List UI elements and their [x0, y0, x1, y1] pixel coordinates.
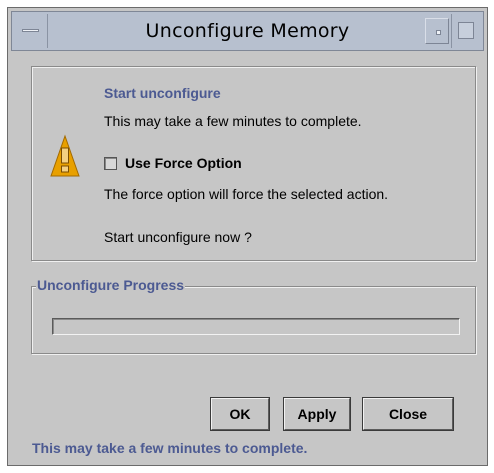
dialog-window: Unconfigure Memory Start unconfigure Thi… [7, 7, 488, 466]
force-option-label[interactable]: Use Force Option [125, 155, 242, 171]
progress-label: Unconfigure Progress [36, 277, 186, 293]
minimize-icon [436, 30, 441, 35]
force-description: The force option will force the selected… [104, 186, 389, 202]
message-line: This may take a few minutes to complete. [104, 113, 362, 129]
maximize-button[interactable] [451, 14, 481, 48]
title-bar[interactable]: Unconfigure Memory [11, 11, 484, 51]
progress-group: Unconfigure Progress [31, 277, 476, 354]
progress-bar [52, 318, 460, 335]
window-title: Unconfigure Memory [145, 20, 350, 42]
confirm-question: Start unconfigure now ? [104, 229, 252, 245]
force-option-checkbox[interactable] [104, 156, 117, 170]
maximize-icon [458, 22, 474, 39]
message-panel: Start unconfigure This may take a few mi… [31, 66, 476, 261]
warning-icon [50, 134, 80, 177]
apply-button[interactable]: Apply [284, 398, 350, 430]
close-button[interactable]: Close [363, 398, 453, 430]
ok-button[interactable]: OK [211, 398, 269, 430]
message-heading: Start unconfigure [104, 85, 221, 101]
status-message: This may take a few minutes to complete. [32, 440, 308, 456]
force-option-row[interactable]: Use Force Option [104, 154, 242, 172]
minimize-button[interactable] [425, 18, 449, 44]
